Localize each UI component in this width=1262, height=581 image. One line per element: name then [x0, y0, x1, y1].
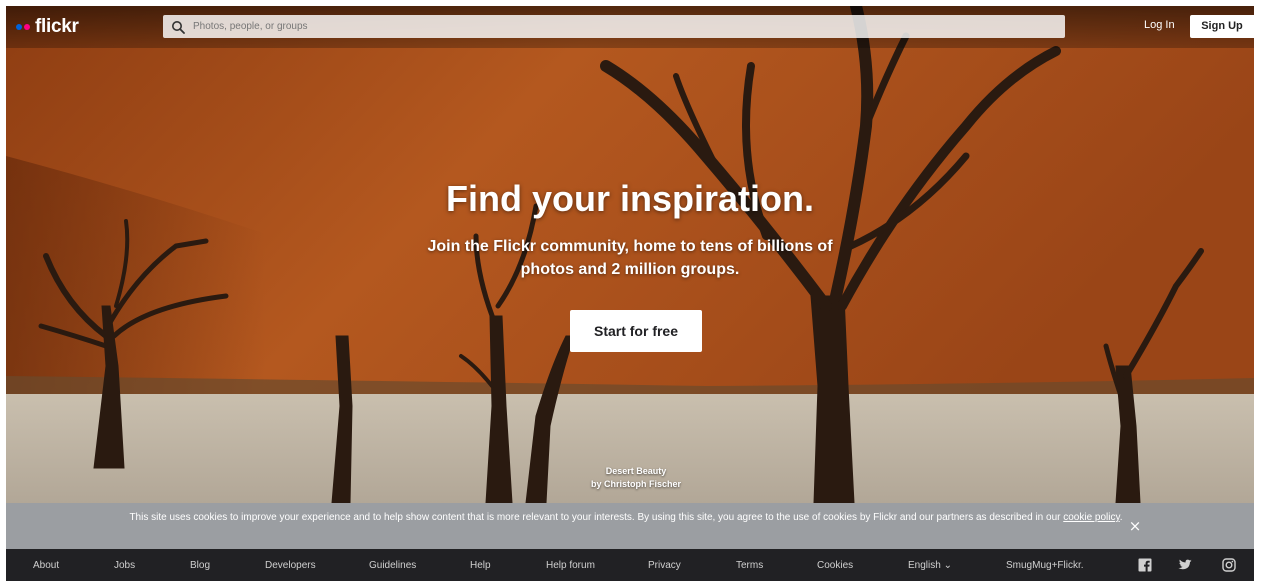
footer-link-help[interactable]: Help	[470, 560, 491, 571]
footer-link-guidelines[interactable]: Guidelines	[369, 560, 416, 571]
hero-headline: Find your inspiration.	[446, 178, 814, 219]
cookie-banner: This site uses cookies to improve your e…	[6, 503, 1254, 549]
footer-link-blog[interactable]: Blog	[190, 560, 210, 571]
twitter-icon[interactable]	[1178, 558, 1192, 572]
footer-link-cookies[interactable]: Cookies	[817, 560, 853, 571]
footer-link-terms[interactable]: Terms	[736, 560, 763, 571]
photo-author-link[interactable]: by Christoph Fischer	[536, 478, 736, 491]
signup-button[interactable]: Sign Up	[1190, 15, 1254, 38]
logo-text: flickr	[35, 16, 79, 37]
footer-link-privacy[interactable]: Privacy	[648, 560, 681, 571]
start-for-free-button[interactable]: Start for free	[570, 310, 702, 352]
search-input[interactable]	[191, 20, 1055, 33]
search-icon	[172, 20, 185, 34]
footer-link-developers[interactable]: Developers	[265, 560, 316, 571]
footer-link-about[interactable]: About	[33, 560, 59, 571]
cookie-policy-link[interactable]: cookie policy	[1063, 512, 1120, 523]
logo-pink-dot	[24, 24, 30, 30]
footer-link-help-forum[interactable]: Help forum	[546, 560, 595, 571]
photo-credit: Desert Beauty by Christoph Fischer	[536, 465, 736, 491]
top-navigation: flickr Log In Sign Up	[6, 6, 1254, 48]
login-link[interactable]: Log In	[1144, 19, 1175, 31]
cookie-suffix: .	[1119, 512, 1123, 523]
photo-title-link[interactable]: Desert Beauty	[536, 465, 736, 478]
page-frame: flickr Log In Sign Up Find your inspirat…	[6, 6, 1254, 581]
facebook-icon[interactable]	[1138, 558, 1152, 572]
language-selector[interactable]: English ⌄	[908, 560, 952, 571]
footer-link-smugmug[interactable]: SmugMug+Flickr.	[1006, 560, 1084, 571]
hero-subline: Join the Flickr community, home to tens …	[427, 238, 833, 278]
close-icon[interactable]: ×	[1126, 517, 1144, 535]
flickr-logo[interactable]: flickr	[16, 16, 79, 38]
footer-link-jobs[interactable]: Jobs	[114, 560, 135, 571]
footer: About Jobs Blog Developers Guidelines He…	[6, 549, 1254, 581]
search-bar[interactable]	[163, 15, 1065, 38]
cookie-text: This site uses cookies to improve your e…	[129, 512, 1061, 523]
cookie-message: This site uses cookies to improve your e…	[126, 510, 1126, 526]
instagram-icon[interactable]	[1222, 558, 1236, 572]
logo-blue-dot	[16, 24, 22, 30]
